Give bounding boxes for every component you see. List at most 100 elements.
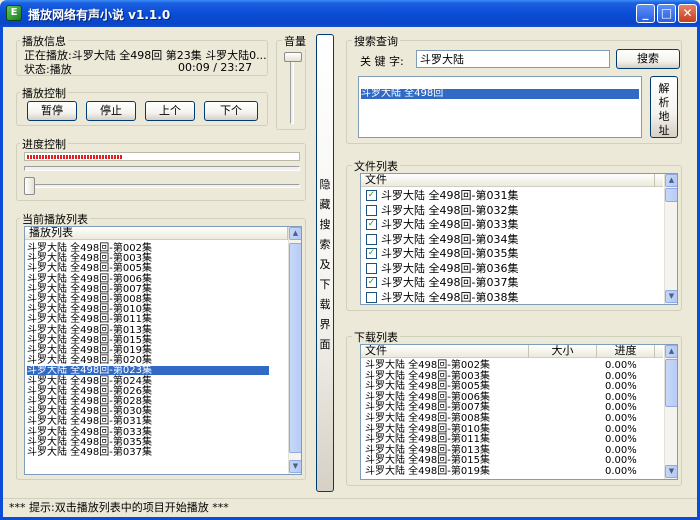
keyword-input[interactable] (416, 50, 610, 68)
file-name: 斗罗大陆 全498回-第033集 (381, 218, 519, 231)
file-list-header[interactable]: 文件 (361, 174, 663, 187)
checkbox-checked-icon[interactable]: ✓ (366, 190, 377, 201)
download-item-progress: 0.00% (605, 370, 637, 382)
download-header-progress: 进度 (597, 345, 655, 358)
playlist-item[interactable]: 斗罗大陆 全498回-第015集 (27, 335, 269, 345)
minimize-button[interactable]: _ (636, 4, 655, 23)
playlist-item[interactable]: 斗罗大陆 全498回-第037集 (27, 448, 269, 458)
playlist-item[interactable]: 斗罗大陆 全498回-第011集 (27, 315, 269, 325)
file-list-item[interactable]: 斗罗大陆 全498回-第036集 (363, 262, 661, 276)
playlist-item[interactable]: 斗罗大陆 全498回-第035集 (27, 437, 269, 447)
download-item-progress: 0.00% (605, 381, 637, 393)
file-list-item[interactable]: ✓ 斗罗大陆 全498回-第037集 (363, 276, 661, 290)
download-item-progress: 0.00% (605, 444, 637, 456)
search-button[interactable]: 搜索 (616, 49, 680, 69)
checkbox-checked-icon[interactable]: ✓ (366, 219, 377, 230)
download-item-name[interactable]: 斗罗大陆 全498回-第007集 (365, 403, 490, 413)
maximize-button[interactable]: □ (657, 4, 676, 23)
download-item-name[interactable]: 斗罗大陆 全498回-第006集 (365, 392, 490, 402)
download-item-name[interactable]: 斗罗大陆 全498回-第008集 (365, 414, 490, 424)
toggle-search-panel-button[interactable]: 隐藏搜索及下载界面 (316, 34, 334, 492)
playlist-item[interactable]: 斗罗大陆 全498回-第002集 (27, 244, 269, 254)
file-list-listbox[interactable]: 文件 ✓ 斗罗大陆 全498回-第031集 斗罗大陆 全498回-第032集 ✓ 斗罗大… (360, 173, 678, 305)
volume-slider-thumb[interactable] (284, 52, 302, 62)
file-list-scrollbar[interactable]: ▲ ▼ (664, 174, 677, 304)
playlist-item[interactable]: 斗罗大陆 全498回-第006集 (27, 274, 269, 284)
playlist-item[interactable]: 斗罗大陆 全498回-第008集 (27, 295, 269, 305)
download-item-name[interactable]: 斗罗大陆 全498回-第011集 (365, 435, 490, 445)
scroll-up-icon[interactable]: ▲ (289, 227, 301, 240)
file-name: 斗罗大陆 全498回-第037集 (381, 276, 519, 289)
playlist-item[interactable]: 斗罗大陆 全498回-第005集 (27, 264, 269, 274)
download-item-name[interactable]: 斗罗大陆 全498回-第015集 (365, 456, 490, 466)
seek-slider-thumb[interactable] (24, 177, 35, 195)
progress-bar (24, 152, 300, 161)
scroll-down-icon[interactable]: ▼ (665, 465, 677, 478)
file-name: 斗罗大陆 全498回-第035集 (381, 247, 519, 260)
status-bar: *** 提示:双击播放列表中的项目开始播放 *** (3, 498, 697, 517)
scroll-thumb[interactable] (665, 359, 677, 407)
file-list-item[interactable]: 斗罗大陆 全498回-第038集 (363, 291, 661, 305)
parse-address-button[interactable]: 解析地址 (650, 76, 678, 138)
file-list-item[interactable]: 斗罗大陆 全498回-第034集 (363, 233, 661, 247)
playlist-item[interactable]: 斗罗大陆 全498回-第026集 (27, 386, 269, 396)
playlist-item[interactable]: 斗罗大陆 全498回-第023集 (27, 366, 269, 376)
playlist-header[interactable]: 播放列表 (25, 227, 288, 240)
file-name: 斗罗大陆 全498回-第038集 (381, 290, 519, 304)
file-list-item[interactable]: ✓ 斗罗大陆 全498回-第033集 (363, 218, 661, 232)
download-item-progress: 0.00% (605, 423, 637, 435)
checkbox-unchecked-icon[interactable] (366, 233, 377, 245)
checkbox-unchecked-icon[interactable] (366, 262, 377, 274)
download-item-progress: 0.00% (605, 402, 637, 414)
playlist-scrollbar[interactable]: ▲ ▼ (288, 227, 301, 474)
checkbox-checked-icon[interactable]: ✓ (366, 277, 377, 288)
playlist-item[interactable]: 斗罗大陆 全498回-第031集 (27, 417, 269, 427)
download-list-listbox[interactable]: 文件 大小 进度 斗罗大陆 全498回-第002集 0.00% 斗罗大陆 全498回… (360, 344, 678, 480)
playlist-item[interactable]: 斗罗大陆 全498回-第019集 (27, 346, 269, 356)
file-header-col: 文件 (361, 174, 655, 187)
next-button[interactable]: 下个 (204, 101, 258, 121)
close-button[interactable]: ✕ (678, 4, 697, 23)
playlist-item[interactable]: 斗罗大陆 全498回-第024集 (27, 376, 269, 386)
download-item-name[interactable]: 斗罗大陆 全498回-第013集 (365, 445, 490, 455)
prev-button[interactable]: 上个 (145, 101, 195, 121)
download-item-name[interactable]: 斗罗大陆 全498回-第002集 (365, 361, 490, 371)
scroll-up-icon[interactable]: ▲ (665, 345, 677, 358)
playlist-item[interactable]: 斗罗大陆 全498回-第030集 (27, 407, 269, 417)
playlist-item[interactable]: 斗罗大陆 全498回-第028集 (27, 397, 269, 407)
download-item-progress: 0.00% (605, 466, 637, 477)
playlist-header-title: 播放列表 (25, 227, 288, 240)
download-item-name[interactable]: 斗罗大陆 全498回-第019集 (365, 467, 490, 477)
download-item-name[interactable]: 斗罗大陆 全498回-第005集 (365, 382, 490, 392)
file-list-item[interactable]: 斗罗大陆 全498回-第032集 (363, 204, 661, 218)
playlist-item[interactable]: 斗罗大陆 全498回-第033集 (27, 427, 269, 437)
scroll-thumb[interactable] (289, 243, 301, 453)
checkbox-unchecked-icon[interactable] (366, 291, 377, 303)
scroll-up-icon[interactable]: ▲ (665, 174, 677, 187)
download-item-name[interactable]: 斗罗大陆 全498回-第003集 (365, 371, 490, 381)
search-result-item[interactable]: 斗罗大陆 全498回 (361, 89, 639, 99)
volume-label: 音量 (282, 33, 308, 49)
checkbox-unchecked-icon[interactable] (366, 204, 377, 216)
file-list-item[interactable]: ✓ 斗罗大陆 全498回-第035集 (363, 247, 661, 261)
checkbox-checked-icon[interactable]: ✓ (366, 248, 377, 259)
download-item-name[interactable]: 斗罗大陆 全498回-第010集 (365, 424, 490, 434)
playlist-item[interactable]: 斗罗大陆 全498回-第013集 (27, 325, 269, 335)
playlist-item[interactable]: 斗罗大陆 全498回-第007集 (27, 284, 269, 294)
download-list-scrollbar[interactable]: ▲ ▼ (664, 345, 677, 479)
file-list-item[interactable]: ✓ 斗罗大陆 全498回-第031集 (363, 189, 661, 203)
scroll-thumb[interactable] (665, 188, 677, 202)
playlist-item[interactable]: 斗罗大陆 全498回-第020集 (27, 356, 269, 366)
scroll-down-icon[interactable]: ▼ (665, 290, 677, 303)
playlist-item[interactable]: 斗罗大陆 全498回-第010集 (27, 305, 269, 315)
toggle-search-panel-label: 隐藏搜索及下载界面 (319, 178, 331, 351)
playlist-listbox[interactable]: 播放列表 斗罗大陆 全498回-第002集 斗罗大陆 全498回-第003集 斗罗大… (24, 226, 302, 475)
search-results-list[interactable]: 斗罗大陆 全498回 (358, 76, 642, 138)
pause-button[interactable]: 暂停 (27, 101, 77, 121)
seek-track (24, 184, 300, 188)
playback-control-label: 播放控制 (20, 85, 68, 101)
download-list-header[interactable]: 文件 大小 进度 (361, 345, 663, 358)
stop-button[interactable]: 停止 (86, 101, 136, 121)
playlist-item[interactable]: 斗罗大陆 全498回-第003集 (27, 254, 269, 264)
scroll-down-icon[interactable]: ▼ (289, 460, 301, 473)
